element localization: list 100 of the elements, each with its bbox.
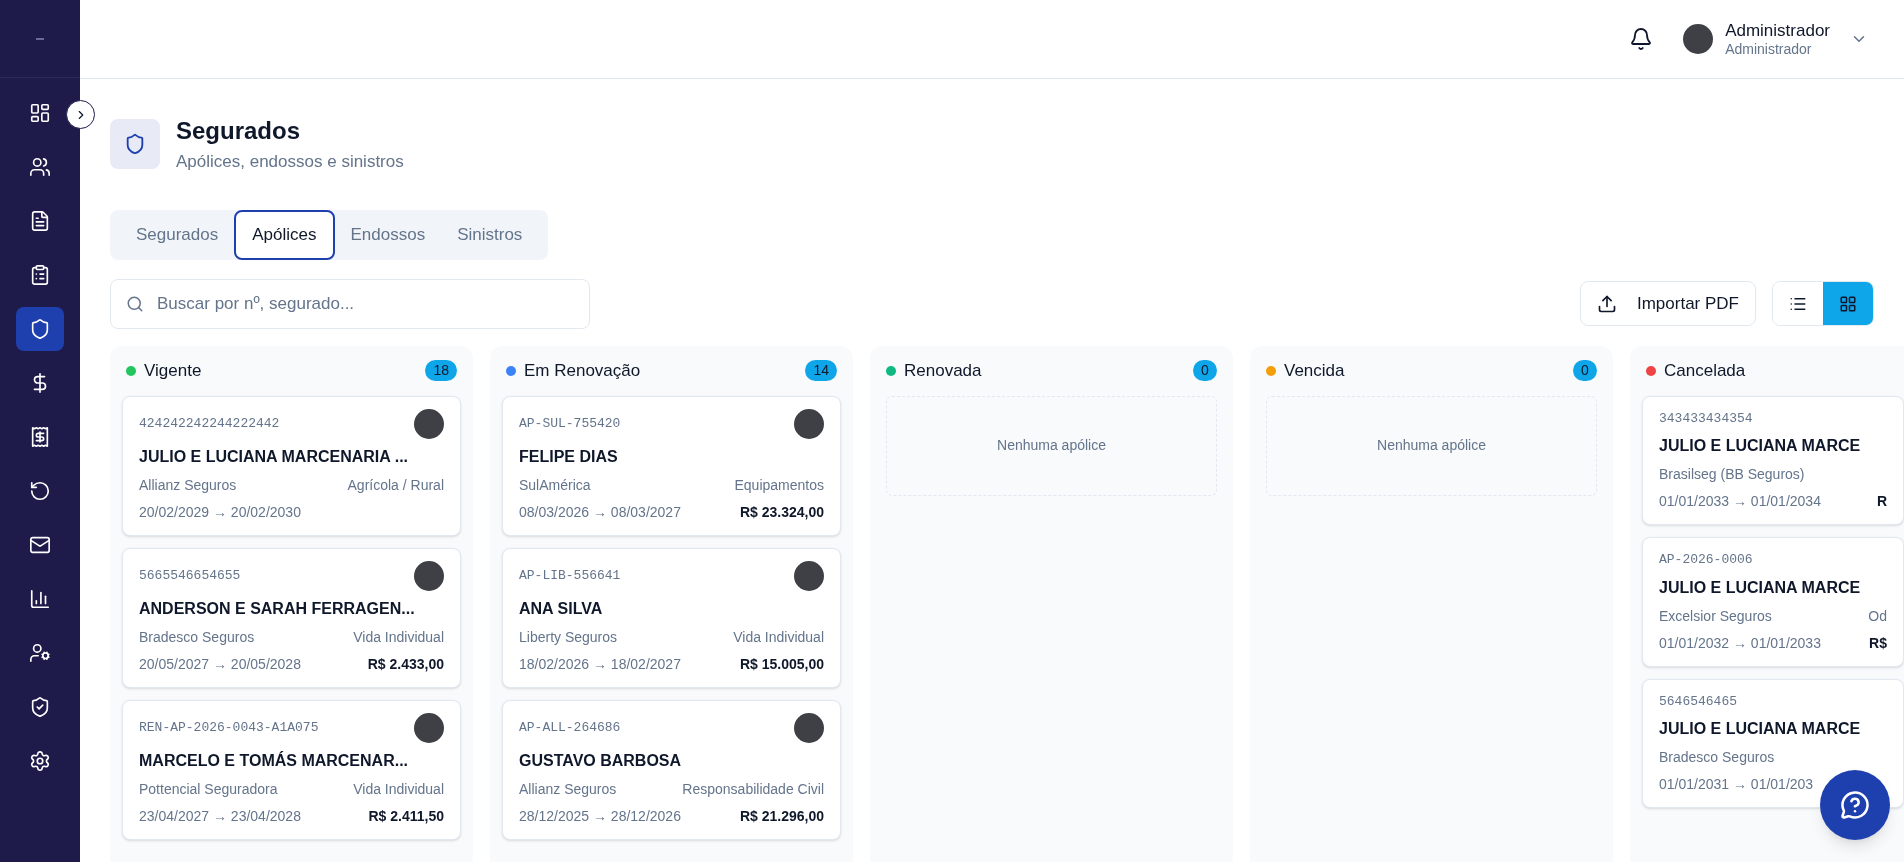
count-badge: 18 <box>425 360 457 381</box>
policy-category: Vida Individual <box>353 779 444 799</box>
settings-icon <box>29 750 51 772</box>
tab[interactable]: Sinistros <box>441 209 539 260</box>
page-title: Segurados <box>176 116 302 146</box>
search-icon <box>126 294 144 313</box>
policy-number: AP-SUL-755420 <box>519 414 621 433</box>
insurer-name: Pottencial Seguradora <box>139 779 278 799</box>
column-title: Cancelada <box>1664 359 1747 382</box>
policy-card[interactable]: 424242242244222442 JULIO E LUCIANA MARCENARIA ... Allianz Seguros Agrícola / Rural 20/02/2029 → 20/02/2030 <box>122 395 461 536</box>
tab[interactable]: Segurados <box>120 209 235 260</box>
insurer-name: Brasilseg (BB Seguros) <box>1659 465 1805 484</box>
avatar <box>414 712 444 743</box>
insured-name: ANA SILVA <box>519 598 604 619</box>
policy-number: 5665546654655 <box>139 566 241 585</box>
policy-number: AP-2026-0006 <box>1659 551 1753 569</box>
policy-category: Vida Individual <box>353 627 444 647</box>
column-title: Renovada <box>904 359 983 382</box>
policy-number: 5646546465 <box>1659 692 1737 711</box>
refresh-icon <box>29 480 51 502</box>
sidebar-item[interactable] <box>16 307 64 351</box>
premium-value: R$ <box>1869 633 1887 653</box>
insurer-name: Bradesco Seguros <box>139 627 255 647</box>
help-icon <box>1840 790 1870 820</box>
policy-card[interactable]: AP-LIB-556641 ANA SILVA Liberty Seguros Vida Individual 18/02/2026 → 18/02/2027 R$ 15.005,00 <box>502 547 841 688</box>
users-icon <box>29 156 51 178</box>
grid-view-button[interactable] <box>1823 282 1873 325</box>
policy-card[interactable]: 343433434354 JULIO E LUCIANA MARCE Brasilseg (BB Seguros) 01/01/2033 → 01/01/2034 R <box>1642 395 1904 525</box>
policy-number: REN-AP-2026-0043-A1A075 <box>139 718 319 737</box>
policy-card[interactable]: AP-ALL-264686 GUSTAVO BARBOSA Allianz Seguros Responsabilidade Civil 28/12/2025 → 28/12/2026 R$ 21.296,00 <box>502 699 841 840</box>
policy-dates: 20/05/2027 → 20/05/2028 <box>139 654 301 674</box>
insurer-name: Allianz Seguros <box>519 779 617 799</box>
dashboard-icon <box>29 102 51 124</box>
premium-value: R$ 21.296,00 <box>739 806 824 826</box>
import-pdf-button[interactable]: Importar PDF <box>1579 281 1756 326</box>
user-role: Administrador <box>1725 40 1813 59</box>
search-field[interactable]: Buscar por nº, segurado... <box>110 278 590 329</box>
user-settings-icon <box>29 642 51 664</box>
user-menu[interactable]: Administrador Administrador <box>1683 19 1868 59</box>
logo-mark <box>36 37 44 40</box>
avatar <box>414 560 444 591</box>
avatar <box>794 560 824 591</box>
bar-chart-icon <box>29 588 51 610</box>
document-icon <box>29 210 51 232</box>
policy-card[interactable]: 5665546654655 ANDERSON E SARAH FERRAGEN... Bradesco Seguros Vida Individual 20/05/2027 → 20/05/2028 R$ 2.433,00 <box>122 547 461 688</box>
insured-name: JULIO E LUCIANA MARCE <box>1659 577 1862 598</box>
grid-icon <box>1839 294 1857 313</box>
notification-bell-icon[interactable] <box>1629 27 1654 51</box>
policy-card[interactable]: 5646546465 JULIO E LUCIANA MARCE Bradesco Seguros 01/01/2031 → 01/01/203 <box>1642 678 1904 808</box>
policy-dates: 20/02/2029 → 20/02/2030 <box>139 502 301 522</box>
policy-dates: 01/01/2031 → 01/01/203 <box>1659 775 1814 794</box>
insurer-name: Allianz Seguros <box>139 475 237 495</box>
policy-number: 424242242244222442 <box>139 414 280 433</box>
insurer-name: Bradesco Seguros <box>1659 748 1775 767</box>
shield-icon <box>29 318 51 340</box>
insured-name: MARCELO E TOMÁS MARCENAR... <box>139 750 410 771</box>
policy-category: Vida Individual <box>733 627 824 647</box>
policy-dates: 28/12/2025 → 28/12/2026 <box>519 806 681 826</box>
upload-icon <box>1596 293 1617 314</box>
avatar <box>794 408 824 439</box>
insurer-name: Excelsior Seguros <box>1659 606 1772 626</box>
avatar <box>794 712 824 743</box>
premium-value: R$ 2.411,50 <box>368 806 444 826</box>
column-title: Vigente <box>144 359 203 382</box>
insured-name: FELIPE DIAS <box>519 446 619 467</box>
column-title: Em Renovação <box>524 359 642 382</box>
policy-category: Responsabilidade Civil <box>682 779 824 799</box>
policy-number: AP-ALL-264686 <box>519 718 621 737</box>
policy-dates: 18/02/2026 → 18/02/2027 <box>519 654 681 674</box>
policy-category: Agrícola / Rural <box>347 475 444 495</box>
count-badge: 14 <box>805 360 837 381</box>
tab[interactable]: Endossos <box>334 209 442 260</box>
policy-card[interactable]: AP-2026-0006 JULIO E LUCIANA MARCE Excelsior Seguros Od 01/01/2032 → 01/01/2033 R$ <box>1642 537 1904 667</box>
policy-number: AP-LIB-556641 <box>519 566 621 585</box>
avatar <box>414 408 444 439</box>
premium-value: R$ 15.005,00 <box>739 654 824 674</box>
premium-value: R <box>1876 492 1887 511</box>
insured-name: ANDERSON E SARAH FERRAGEN... <box>139 598 416 619</box>
policy-card[interactable]: REN-AP-2026-0043-A1A075 MARCELO E TOMÁS MARCENAR... Pottencial Seguradora Vida Individual 23/04/2027 → 23/04/2028 R$ 2.411,50 <box>122 699 461 840</box>
count-badge: 0 <box>1193 360 1217 381</box>
policy-dates: 08/03/2026 → 08/03/2027 <box>519 502 681 522</box>
insurer-name: SulAmérica <box>519 475 591 495</box>
policy-category: Od <box>1868 606 1887 626</box>
policy-number: 343433434354 <box>1659 409 1753 428</box>
empty-message: Nenhuma apólice <box>997 436 1106 455</box>
receipt-icon <box>29 426 51 448</box>
clipboard-icon <box>29 264 51 286</box>
policy-dates: 23/04/2027 → 23/04/2028 <box>139 806 301 826</box>
count-badge: 0 <box>1573 360 1597 381</box>
user-name: Administrador <box>1725 19 1830 41</box>
policy-dates: 01/01/2033 → 01/01/2034 <box>1659 492 1821 511</box>
insured-name: JULIO E LUCIANA MARCE <box>1659 719 1862 739</box>
page-subtitle: Apólices, endossos e sinistros <box>176 151 404 173</box>
avatar <box>1683 24 1714 54</box>
policy-card[interactable]: AP-SUL-755420 FELIPE DIAS SulAmérica Equipamentos 08/03/2026 → 08/03/2027 R$ 23.324,00 <box>502 395 841 536</box>
insured-name: GUSTAVO BARBOSA <box>519 750 683 771</box>
premium-value: R$ 23.324,00 <box>739 502 824 522</box>
tab[interactable]: Apólices <box>234 209 335 260</box>
insured-name: JULIO E LUCIANA MARCE <box>1659 436 1862 456</box>
premium-value: R$ 2.433,00 <box>367 654 444 674</box>
